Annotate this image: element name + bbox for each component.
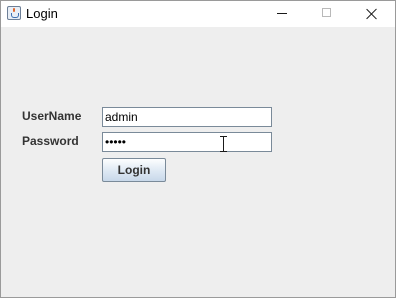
close-button[interactable]: [349, 1, 394, 27]
java-cup-icon: [7, 6, 21, 20]
username-field[interactable]: admin: [102, 107, 272, 127]
username-label: UserName: [22, 109, 82, 123]
maximize-icon: [322, 8, 331, 17]
close-icon: [366, 8, 378, 20]
title-bar[interactable]: Login: [1, 1, 395, 27]
text-cursor-icon: [220, 136, 228, 152]
window-title: Login: [26, 6, 58, 21]
minimize-icon: [277, 13, 287, 14]
login-window: Login UserName admin Password ••••• Logi…: [0, 0, 396, 298]
password-label: Password: [22, 134, 79, 148]
maximize-button[interactable]: [304, 1, 349, 27]
login-button[interactable]: Login: [102, 158, 166, 182]
minimize-button[interactable]: [259, 1, 304, 27]
password-field[interactable]: •••••: [102, 132, 272, 152]
